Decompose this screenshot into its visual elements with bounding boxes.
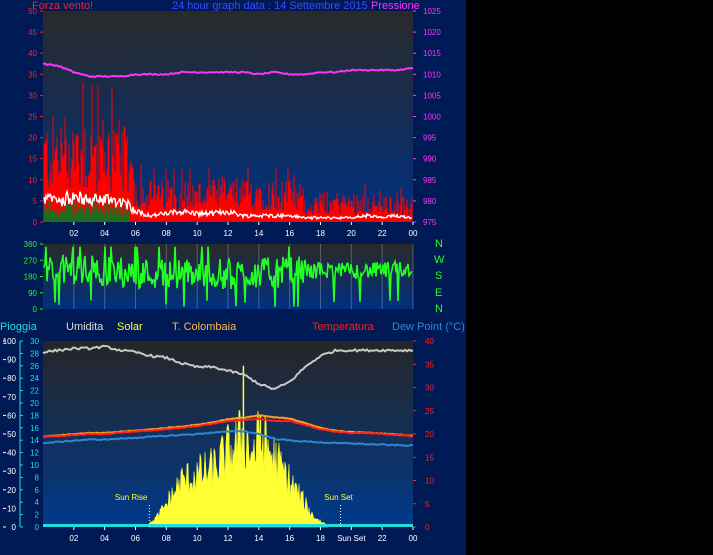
wind-xtick-label: 22	[378, 229, 387, 238]
wind-ytick-label: 5	[33, 197, 38, 206]
weather-graph-window: Forza vento! 24 hour graph data : 14 Set…	[0, 0, 713, 555]
rain-series	[43, 524, 413, 527]
wind-xtick-label: 18	[316, 229, 325, 238]
rain-ytick-label: 18	[30, 411, 39, 420]
humidity-ytick-label: 0	[12, 523, 17, 532]
pressure-ytick-label: 1000	[423, 113, 441, 122]
wind-ytick-label: 0	[33, 218, 38, 227]
direction-ytick-label: 360	[24, 240, 38, 249]
humidity-ytick-label: 100	[3, 337, 17, 346]
temperature-xtick-label: 14	[254, 534, 263, 543]
wind-xtick-label: 08	[162, 229, 171, 238]
wind-ytick-label: 40	[28, 49, 37, 58]
humidity-ytick-label: 40	[7, 449, 16, 458]
wind-ytick-label: 15	[28, 155, 37, 164]
wind-xtick-label: 04	[100, 229, 109, 238]
pressure-ytick-label: 980	[423, 197, 437, 206]
weather-chart-svg: 0510152025303540455097598098599099510001…	[3, 7, 442, 543]
sunset-label: Sun Set	[324, 493, 353, 502]
direction-ytick-label: 90	[28, 289, 37, 298]
temperature-xtick-label: 02	[69, 534, 78, 543]
rain-ytick-label: 26	[30, 362, 39, 371]
temperature-ytick-label: 5	[425, 500, 430, 509]
humidity-ytick-label: 10	[7, 504, 16, 513]
temperature-xtick-label: 12	[224, 534, 233, 543]
wind-ytick-label: 20	[28, 134, 37, 143]
temperature-xtick-label: Sun Set	[337, 534, 366, 543]
rain-ytick-label: 8	[35, 473, 40, 482]
pressure-ytick-label: 1020	[423, 28, 441, 37]
wind-ytick-label: 30	[28, 91, 37, 100]
rain-ytick-label: 6	[35, 486, 40, 495]
temperature-ytick-label: 30	[425, 384, 434, 393]
temperature-ytick-label: 0	[425, 523, 430, 532]
rain-ytick-label: 12	[30, 449, 39, 458]
direction-ytick-label: 180	[24, 273, 38, 282]
wind-xtick-label: 16	[285, 229, 294, 238]
wind-ytick-label: 45	[28, 28, 37, 37]
humidity-ytick-label: 20	[7, 486, 16, 495]
temperature-ytick-label: 25	[425, 407, 434, 416]
rain-ytick-label: 14	[30, 436, 39, 445]
rain-ytick-label: 2	[35, 511, 40, 520]
wind-xtick-label: 14	[254, 229, 263, 238]
temperature-xtick-label: 00	[409, 534, 418, 543]
temperature-xtick-label: 08	[162, 534, 171, 543]
wind-ytick-label: 25	[28, 113, 37, 122]
pressure-ytick-label: 1025	[423, 7, 441, 16]
rain-ytick-label: 28	[30, 349, 39, 358]
rain-ytick-label: 24	[30, 374, 39, 383]
pressure-ytick-label: 975	[423, 218, 437, 227]
wind-ytick-label: 10	[28, 176, 37, 185]
temperature-xtick-label: 22	[378, 534, 387, 543]
temperature-xtick-label: 10	[193, 534, 202, 543]
direction-ytick-label: 270	[24, 256, 38, 265]
pressure-ytick-label: 995	[423, 134, 437, 143]
rain-ytick-label: 22	[30, 387, 39, 396]
temperature-ytick-label: 10	[425, 477, 434, 486]
rain-ytick-label: 10	[30, 461, 39, 470]
wind-xtick-label: 20	[347, 229, 356, 238]
temperature-ytick-label: 20	[425, 430, 434, 439]
rain-ytick-label: 30	[30, 337, 39, 346]
temperature-xtick-label: 04	[100, 534, 109, 543]
humidity-ytick-label: 30	[7, 467, 16, 476]
wind-xtick-label: 02	[69, 229, 78, 238]
humidity-ytick-label: 50	[7, 430, 16, 439]
humidity-ytick-label: 70	[7, 393, 16, 402]
pressure-ytick-label: 1015	[423, 49, 441, 58]
humidity-ytick-label: 90	[7, 356, 16, 365]
humidity-ytick-label: 60	[7, 411, 16, 420]
wind-xtick-label: 06	[131, 229, 140, 238]
temperature-ytick-label: 15	[425, 453, 434, 462]
temperature-xtick-label: 18	[316, 534, 325, 543]
wind-ytick-label: 35	[28, 70, 37, 79]
humidity-ytick-label: 80	[7, 374, 16, 383]
wind-xtick-label: 12	[224, 229, 233, 238]
rain-ytick-label: 16	[30, 424, 39, 433]
temperature-xtick-label: 16	[285, 534, 294, 543]
pressure-ytick-label: 1010	[423, 70, 441, 79]
pressure-ytick-label: 985	[423, 176, 437, 185]
sunrise-label: Sun Rise	[115, 493, 148, 502]
pressure-ytick-label: 1005	[423, 91, 441, 100]
rain-ytick-label: 0	[35, 523, 40, 532]
temperature-ytick-label: 40	[425, 337, 434, 346]
wind-ytick-label: 50	[28, 7, 37, 16]
pressure-ytick-label: 990	[423, 155, 437, 164]
rain-ytick-label: 20	[30, 399, 39, 408]
temperature-xtick-label: 06	[131, 534, 140, 543]
direction-ytick-label: 0	[33, 305, 38, 314]
temperature-ytick-label: 35	[425, 360, 434, 369]
wind-xtick-label: 10	[193, 229, 202, 238]
rain-ytick-label: 4	[35, 498, 40, 507]
wind-xtick-label: 00	[409, 229, 418, 238]
